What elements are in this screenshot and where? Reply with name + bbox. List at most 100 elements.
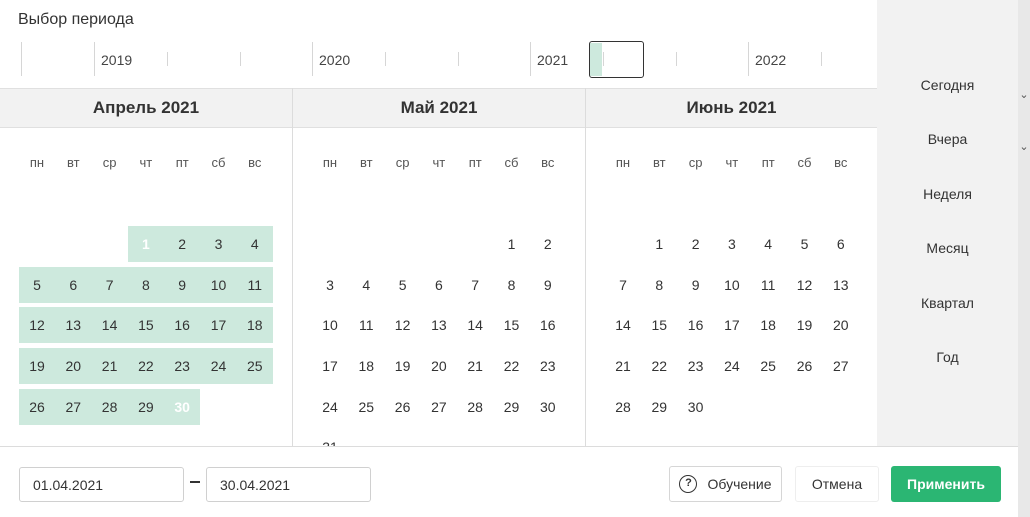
day-cell[interactable]: 4: [750, 226, 786, 262]
day-cell[interactable]: 17: [312, 348, 348, 384]
day-cell[interactable]: 18: [750, 307, 786, 343]
day-cell[interactable]: 3: [201, 226, 237, 262]
day-cell[interactable]: 2: [678, 226, 714, 262]
day-cell[interactable]: 25: [750, 348, 786, 384]
timeline-year-label[interactable]: 2019: [101, 52, 132, 68]
day-cell[interactable]: 2: [530, 226, 566, 262]
preset-option[interactable]: Сегодня: [877, 77, 1018, 93]
year-timeline[interactable]: 2019 2020 2021 2022: [0, 40, 877, 78]
day-cell[interactable]: 7: [92, 267, 128, 303]
preset-option[interactable]: Месяц: [877, 240, 1018, 256]
day-cell[interactable]: 28: [92, 389, 128, 425]
day-cell[interactable]: 29: [128, 389, 164, 425]
day-cell[interactable]: 25: [237, 348, 273, 384]
day-cell[interactable]: 24: [714, 348, 750, 384]
preset-option[interactable]: Неделя: [877, 186, 1018, 202]
day-cell[interactable]: 12: [787, 267, 823, 303]
day-cell[interactable]: 15: [641, 307, 677, 343]
day-cell[interactable]: 21: [457, 348, 493, 384]
day-cell[interactable]: 23: [678, 348, 714, 384]
help-button[interactable]: ? Обучение: [669, 466, 782, 502]
day-cell[interactable]: 27: [421, 389, 457, 425]
timeline-range-handle[interactable]: [589, 41, 644, 78]
day-cell[interactable]: 7: [457, 267, 493, 303]
day-cell[interactable]: 20: [421, 348, 457, 384]
day-cell[interactable]: 3: [714, 226, 750, 262]
day-cell[interactable]: 20: [55, 348, 91, 384]
timeline-year-label[interactable]: 2022: [755, 52, 786, 68]
day-cell[interactable]: 17: [201, 307, 237, 343]
preset-option[interactable]: Год: [877, 349, 1018, 365]
day-cell[interactable]: 15: [494, 307, 530, 343]
day-cell[interactable]: 11: [237, 267, 273, 303]
day-cell[interactable]: 21: [92, 348, 128, 384]
day-cell[interactable]: 12: [385, 307, 421, 343]
day-cell[interactable]: 10: [201, 267, 237, 303]
day-cell[interactable]: 1: [494, 226, 530, 262]
day-cell[interactable]: 23: [530, 348, 566, 384]
day-cell[interactable]: 4: [348, 267, 384, 303]
day-cell[interactable]: 2: [164, 226, 200, 262]
day-cell[interactable]: 25: [348, 389, 384, 425]
day-cell[interactable]: 16: [678, 307, 714, 343]
day-cell[interactable]: 23: [164, 348, 200, 384]
day-cell[interactable]: 13: [55, 307, 91, 343]
day-cell[interactable]: 21: [605, 348, 641, 384]
day-cell[interactable]: 8: [128, 267, 164, 303]
preset-option[interactable]: Квартал: [877, 295, 1018, 311]
day-cell[interactable]: 27: [823, 348, 859, 384]
day-cell[interactable]: 19: [19, 348, 55, 384]
day-cell[interactable]: 28: [457, 389, 493, 425]
day-cell[interactable]: 5: [19, 267, 55, 303]
timeline-year-label[interactable]: 2020: [319, 52, 350, 68]
day-cell[interactable]: 12: [19, 307, 55, 343]
day-cell[interactable]: 13: [823, 267, 859, 303]
day-cell[interactable]: 28: [605, 389, 641, 425]
day-cell[interactable]: 26: [385, 389, 421, 425]
day-cell[interactable]: 16: [164, 307, 200, 343]
day-cell-selected[interactable]: 1: [127, 226, 164, 262]
day-cell[interactable]: 6: [421, 267, 457, 303]
day-cell[interactable]: 10: [714, 267, 750, 303]
day-cell[interactable]: 9: [164, 267, 200, 303]
apply-button[interactable]: Применить: [891, 466, 1001, 502]
day-cell[interactable]: 24: [312, 389, 348, 425]
day-cell[interactable]: 11: [348, 307, 384, 343]
day-cell[interactable]: 15: [128, 307, 164, 343]
day-cell[interactable]: 8: [641, 267, 677, 303]
day-cell[interactable]: 9: [530, 267, 566, 303]
date-from-input[interactable]: [19, 467, 184, 502]
cancel-button[interactable]: Отмена: [795, 466, 879, 502]
day-cell[interactable]: 22: [494, 348, 530, 384]
day-cell[interactable]: 6: [55, 267, 91, 303]
day-cell[interactable]: 14: [92, 307, 128, 343]
day-cell[interactable]: 3: [312, 267, 348, 303]
day-cell[interactable]: 10: [312, 307, 348, 343]
date-to-input[interactable]: [206, 467, 371, 502]
day-cell[interactable]: 16: [530, 307, 566, 343]
day-cell[interactable]: 14: [605, 307, 641, 343]
day-cell[interactable]: 14: [457, 307, 493, 343]
day-cell[interactable]: 27: [55, 389, 91, 425]
day-cell[interactable]: 19: [385, 348, 421, 384]
day-cell[interactable]: 18: [237, 307, 273, 343]
day-cell[interactable]: 22: [128, 348, 164, 384]
day-cell[interactable]: 24: [201, 348, 237, 384]
timeline-year-label[interactable]: 2021: [537, 52, 568, 68]
day-cell[interactable]: 20: [823, 307, 859, 343]
day-cell[interactable]: 30: [678, 389, 714, 425]
day-cell[interactable]: 29: [494, 389, 530, 425]
day-cell[interactable]: 7: [605, 267, 641, 303]
day-cell[interactable]: 5: [385, 267, 421, 303]
preset-option[interactable]: Вчера: [877, 131, 1018, 147]
day-cell[interactable]: 4: [237, 226, 273, 262]
day-cell[interactable]: 11: [750, 267, 786, 303]
day-cell[interactable]: 8: [494, 267, 530, 303]
day-cell[interactable]: 6: [823, 226, 859, 262]
day-cell[interactable]: 18: [348, 348, 384, 384]
day-cell[interactable]: 13: [421, 307, 457, 343]
day-cell[interactable]: 5: [787, 226, 823, 262]
day-cell[interactable]: 30: [530, 389, 566, 425]
day-cell[interactable]: 26: [787, 348, 823, 384]
day-cell[interactable]: 17: [714, 307, 750, 343]
